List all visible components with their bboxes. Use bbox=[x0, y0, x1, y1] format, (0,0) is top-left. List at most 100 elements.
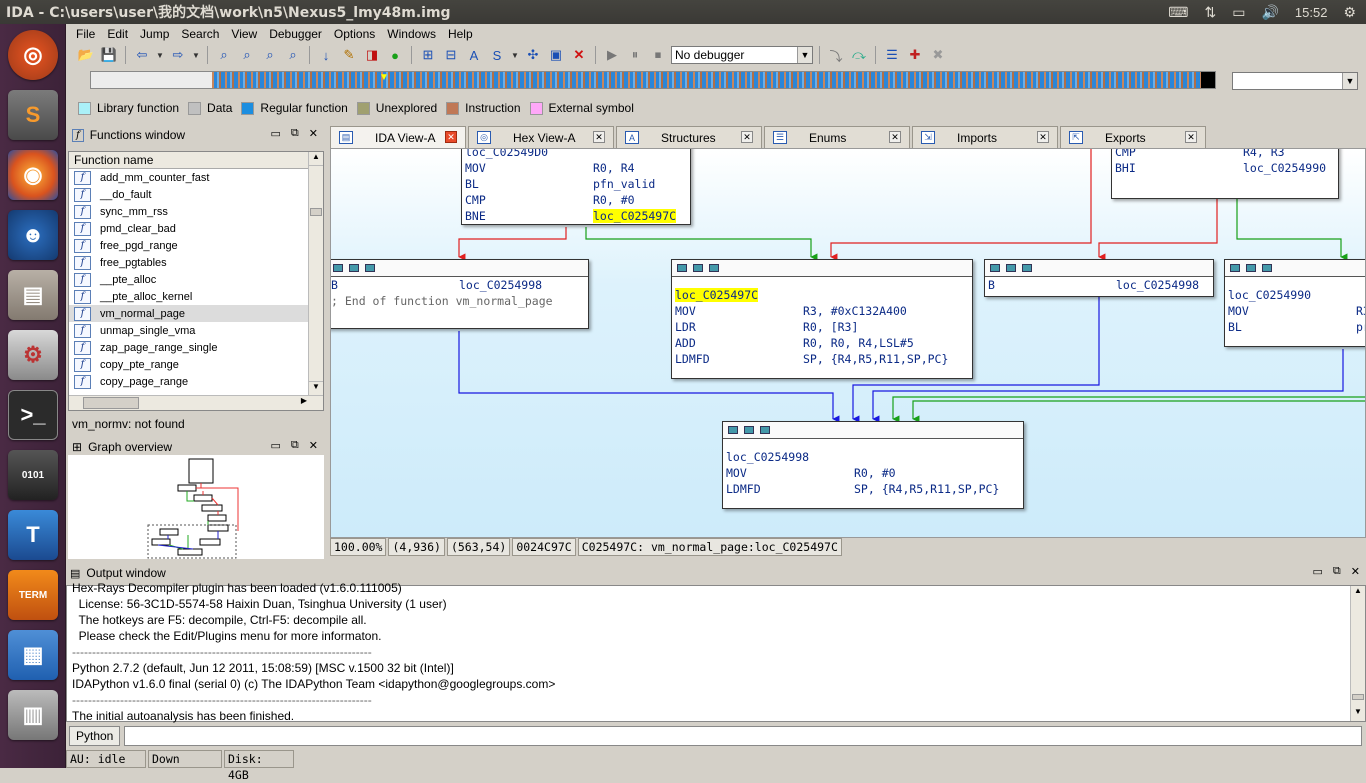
tex-icon[interactable]: T bbox=[8, 510, 58, 560]
highlighted-label[interactable]: loc_C025497C bbox=[675, 288, 759, 302]
graph-node-loc-c0254990[interactable]: loc_C0254990 MOV R3 BL pr bbox=[1224, 259, 1365, 347]
step-into-icon[interactable]: ⤵ bbox=[826, 45, 846, 65]
pen-icon[interactable]: ✎ bbox=[339, 45, 359, 65]
green-dot-icon[interactable]: ● bbox=[385, 45, 405, 65]
run-icon[interactable]: ▶ bbox=[602, 45, 622, 65]
battery-icon[interactable]: ▭ bbox=[1232, 4, 1245, 21]
graph-overview[interactable] bbox=[68, 455, 324, 559]
command-input[interactable] bbox=[124, 726, 1363, 746]
clock[interactable]: 15:52 bbox=[1295, 5, 1328, 20]
tab-structures[interactable]: A Structures ✕ bbox=[616, 126, 762, 148]
data-icon[interactable]: ⊟ bbox=[441, 45, 461, 65]
struct-dropdown-icon[interactable]: ▼ bbox=[510, 45, 520, 65]
scroll-down-icon[interactable]: ▼ bbox=[309, 381, 323, 395]
remove-breakpoint-icon[interactable]: ✖ bbox=[928, 45, 948, 65]
function-list-item[interactable]: f sync_mm_rss bbox=[69, 203, 323, 220]
navigation-band[interactable]: ▼ bbox=[90, 71, 1216, 89]
graph-node-loc-c025497c[interactable]: loc_C025497C MOV R3, #0xC132A400 LDR R0, [… bbox=[671, 259, 973, 379]
graph-node-pfn-valid[interactable]: loc_C02549D0 MOV R0, R4 BL pfn_valid CMP R0… bbox=[461, 149, 691, 225]
search-immediate-icon[interactable]: ⌕ bbox=[260, 45, 280, 65]
tab-hex-view-a[interactable]: ◎ Hex View-A ✕ bbox=[468, 126, 614, 148]
function-list-item[interactable]: f __do_fault bbox=[69, 186, 323, 203]
menu-search[interactable]: Search bbox=[175, 27, 225, 41]
ubuntu-icon[interactable]: ◎ bbox=[8, 30, 58, 80]
functions-vscrollbar[interactable]: ▲ ▼ bbox=[308, 152, 323, 410]
scroll-thumb[interactable] bbox=[83, 397, 139, 409]
string-icon[interactable]: A bbox=[464, 45, 484, 65]
close-icon[interactable]: ✕ bbox=[1037, 131, 1049, 143]
function-list-item[interactable]: f __pte_alloc bbox=[69, 271, 323, 288]
network-arrows-icon[interactable]: ⇅ bbox=[1204, 4, 1216, 21]
close-icon[interactable]: ✕ bbox=[889, 131, 901, 143]
debugger-select[interactable]: No debugger ▼ bbox=[671, 46, 813, 64]
term-stack-icon[interactable]: TERM bbox=[8, 570, 58, 620]
scroll-down-icon[interactable]: ▼ bbox=[1351, 707, 1365, 721]
terminal-icon[interactable]: >_ bbox=[8, 390, 58, 440]
functions-list[interactable]: Function name f add_mm_counter_fast f __do_… bbox=[68, 151, 324, 411]
scroll-thumb[interactable] bbox=[310, 208, 322, 216]
qq-icon[interactable]: ☻ bbox=[8, 210, 58, 260]
menu-file[interactable]: File bbox=[70, 27, 101, 41]
close-icon[interactable]: ✕ bbox=[309, 127, 318, 140]
struct-icon[interactable]: S bbox=[487, 45, 507, 65]
menu-edit[interactable]: Edit bbox=[101, 27, 134, 41]
function-list-item[interactable]: f pmd_clear_bad bbox=[69, 220, 323, 237]
output-window[interactable]: Hex-Rays Decompiler plugin has been load… bbox=[66, 581, 1366, 723]
menu-help[interactable]: Help bbox=[442, 27, 479, 41]
gear-icon[interactable]: ⚙ bbox=[1343, 4, 1356, 21]
menu-windows[interactable]: Windows bbox=[381, 27, 442, 41]
trash-icon[interactable]: ▥ bbox=[8, 690, 58, 740]
search-text-icon[interactable]: ⌕ bbox=[237, 45, 257, 65]
forward-icon[interactable]: ⇨ bbox=[168, 45, 188, 65]
output-vscrollbar[interactable]: ▲ ▼ bbox=[1350, 586, 1365, 721]
function-list-item[interactable]: f copy_pte_range bbox=[69, 356, 323, 373]
scroll-up-icon[interactable]: ▲ bbox=[1351, 586, 1365, 600]
step-over-icon[interactable]: ⤼ bbox=[849, 45, 869, 65]
search-next-icon[interactable]: ⌕ bbox=[283, 45, 303, 65]
function-list-item[interactable]: f add_mm_counter_fast bbox=[69, 169, 323, 186]
stop-icon[interactable]: ⏹ bbox=[648, 45, 668, 65]
menu-options[interactable]: Options bbox=[328, 27, 381, 41]
edit-icon[interactable]: ▣ bbox=[546, 45, 566, 65]
delete-icon[interactable]: ✕ bbox=[569, 45, 589, 65]
function-list-item[interactable]: f __pte_alloc_kernel bbox=[69, 288, 323, 305]
function-list-item[interactable]: f zap_page_range_single bbox=[69, 339, 323, 356]
functions-hscrollbar[interactable]: ▶ bbox=[69, 395, 323, 410]
restore-icon[interactable]: ▭ bbox=[1313, 565, 1323, 578]
files-stack-icon[interactable]: ▦ bbox=[8, 630, 58, 680]
jump-down-icon[interactable]: ↓ bbox=[316, 45, 336, 65]
ida-graph-view[interactable]: loc_C02549D0 MOV R0, R4 BL pfn_valid CMP R0… bbox=[330, 148, 1366, 538]
xref-icon[interactable]: ✣ bbox=[523, 45, 543, 65]
back-dropdown-icon[interactable]: ▼ bbox=[155, 45, 165, 65]
graph-icon[interactable]: ◨ bbox=[362, 45, 382, 65]
add-breakpoint-icon[interactable]: ✚ bbox=[905, 45, 925, 65]
pause-icon[interactable]: ⏸ bbox=[625, 45, 645, 65]
function-list-item[interactable]: f vm_normal_page bbox=[69, 305, 323, 322]
float-icon[interactable]: ⧉ bbox=[291, 439, 299, 452]
menu-debugger[interactable]: Debugger bbox=[263, 27, 328, 41]
functions-list-header[interactable]: Function name bbox=[69, 152, 323, 169]
function-list-item[interactable]: f unmap_single_vma bbox=[69, 322, 323, 339]
menu-view[interactable]: View bbox=[225, 27, 263, 41]
function-list-item[interactable]: f copy_page_range bbox=[69, 373, 323, 390]
close-icon[interactable]: ✕ bbox=[1185, 131, 1197, 143]
sublime-icon[interactable]: S bbox=[8, 90, 58, 140]
close-icon[interactable]: ✕ bbox=[741, 131, 753, 143]
keyboard-icon[interactable]: ⌨ bbox=[1168, 4, 1188, 21]
settings-icon[interactable]: ⚙ bbox=[8, 330, 58, 380]
back-icon[interactable]: ⇦ bbox=[132, 45, 152, 65]
firefox-icon[interactable]: ◉ bbox=[8, 150, 58, 200]
binary-editor-icon[interactable]: 0101 bbox=[8, 450, 58, 500]
close-icon[interactable]: ✕ bbox=[445, 131, 457, 143]
float-icon[interactable]: ⧉ bbox=[1333, 565, 1341, 578]
close-icon[interactable]: ✕ bbox=[309, 439, 318, 452]
search-binary-icon[interactable]: ⌕ bbox=[214, 45, 234, 65]
float-icon[interactable]: ⧉ bbox=[291, 127, 299, 140]
close-icon[interactable]: ✕ bbox=[593, 131, 605, 143]
scroll-thumb[interactable] bbox=[1352, 694, 1364, 700]
close-icon[interactable]: ✕ bbox=[1351, 565, 1360, 578]
function-icon[interactable]: ⊞ bbox=[418, 45, 438, 65]
graph-node-loc-c0254998[interactable]: loc_C0254998 MOV R0, #0 LDMFD SP, {R4,R5,R… bbox=[722, 421, 1024, 509]
forward-dropdown-icon[interactable]: ▼ bbox=[191, 45, 201, 65]
restore-icon[interactable]: ▭ bbox=[271, 439, 281, 452]
